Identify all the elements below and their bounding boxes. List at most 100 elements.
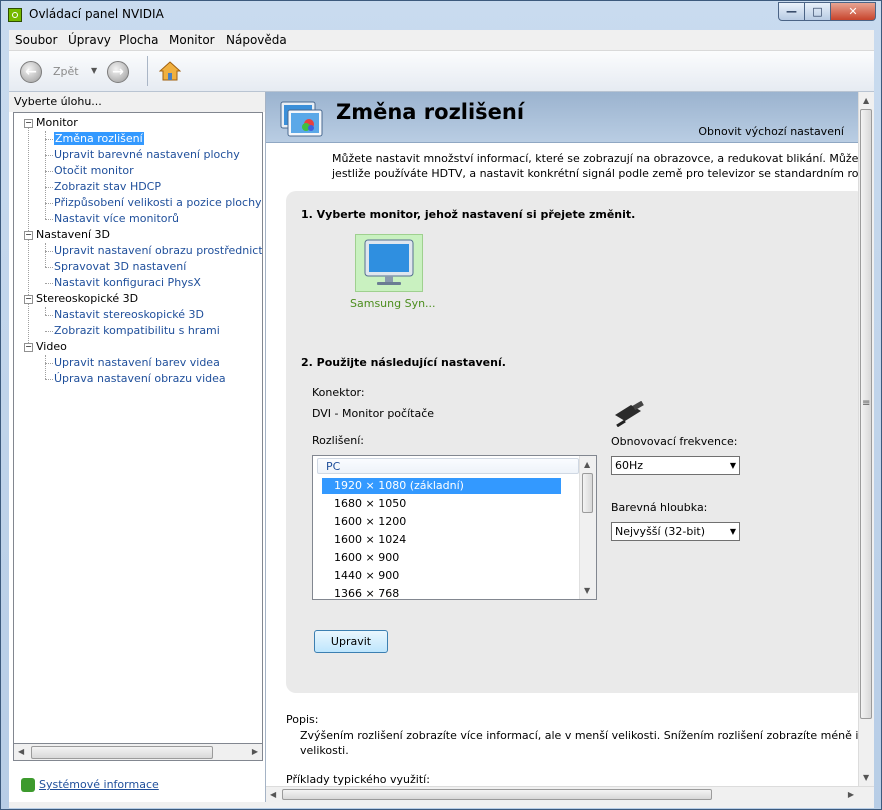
intro-line: Můžete nastavit množství informací, kter…	[332, 152, 858, 165]
resolution-option[interactable]: 1680 × 1050	[322, 496, 561, 512]
scroll-up-icon[interactable]: ▲	[863, 96, 869, 105]
dvi-connector-icon	[615, 401, 644, 427]
description-text: Zvýšením rozlišení zobrazíte více inform…	[300, 728, 858, 758]
menu-desktop[interactable]: Plocha	[119, 33, 158, 47]
tree-line	[45, 363, 53, 364]
resolution-option[interactable]: 1600 × 1024	[322, 532, 561, 548]
scrollbar-thumb[interactable]	[582, 473, 593, 513]
tree-category-video[interactable]: − Video	[24, 339, 67, 355]
apply-button[interactable]: Upravit	[314, 630, 388, 653]
tree-line	[45, 187, 53, 188]
back-arrow-icon[interactable]: ←	[20, 61, 42, 83]
forward-arrow-icon[interactable]: →	[107, 61, 129, 83]
tree-line	[45, 315, 53, 316]
menu-help[interactable]: Nápověda	[226, 33, 287, 47]
title-bar[interactable]: Ovládací panel NVIDIA — □ ✕	[1, 1, 881, 29]
collapse-icon[interactable]: −	[24, 118, 33, 128]
scrollbar-thumb[interactable]	[31, 746, 213, 759]
tree-item-video-color[interactable]: Upravit nastavení barev videa	[54, 355, 220, 371]
system-info-link[interactable]: Systémové informace	[39, 778, 159, 791]
chevron-down-icon: ▼	[729, 461, 736, 470]
scroll-up-icon[interactable]: ▲	[584, 460, 590, 469]
collapse-icon[interactable]: −	[24, 342, 33, 352]
tree-item-change-resolution[interactable]: Změna rozlišení	[54, 131, 144, 147]
restore-defaults-link[interactable]: Obnovit výchozí nastavení	[698, 125, 844, 138]
task-tree-hscrollbar[interactable]: ◀ ▶	[13, 744, 263, 761]
tree-item-game-compatibility[interactable]: Zobrazit kompatibilitu s hrami	[54, 323, 220, 339]
scroll-down-icon[interactable]: ▼	[863, 773, 869, 782]
collapse-icon[interactable]: −	[24, 230, 33, 240]
tree-category-stereoscopic-3d[interactable]: − Stereoskopické 3D	[24, 291, 138, 307]
resolution-option-selected[interactable]: 1920 × 1080 (základní)	[322, 478, 561, 494]
resolution-group-header: PC	[317, 458, 579, 474]
intro-line: jestliže používáte HDTV, a nastavit konk…	[332, 167, 858, 180]
content-pane: Změna rozlišení Obnovit výchozí nastaven…	[266, 92, 858, 786]
scroll-left-icon[interactable]: ◀	[270, 790, 276, 799]
task-pane-header: Vyberte úlohu...	[9, 92, 265, 112]
tree-item-manage-3d[interactable]: Spravovat 3D nastavení	[54, 259, 186, 275]
history-dropdown-icon[interactable]: ▼	[91, 66, 97, 75]
tree-item-set-stereoscopic[interactable]: Nastavit stereoskopické 3D	[54, 307, 204, 323]
tree-item-desktop-size[interactable]: Přizpůsobení velikosti a pozice plochy	[54, 195, 262, 211]
connector-label: Konektor:	[312, 386, 365, 399]
back-label[interactable]: Zpět	[53, 65, 79, 78]
tree-line	[45, 379, 53, 380]
resolution-group-label: PC	[326, 460, 341, 473]
tree-item-multiple-displays[interactable]: Nastavit více monitorů	[54, 211, 179, 227]
content-hscrollbar[interactable]: ◀ ▶	[266, 786, 874, 802]
tree-category-monitor[interactable]: − Monitor	[24, 115, 78, 131]
scrollbar-thumb[interactable]	[282, 789, 712, 800]
resolution-list[interactable]: PC 1920 × 1080 (základní) 1680 × 1050 16…	[312, 455, 597, 600]
resolution-list-scrollbar[interactable]: ▲ ▼	[579, 456, 596, 599]
tree-line	[45, 131, 46, 219]
tree-line	[45, 355, 46, 379]
tree-line	[45, 219, 53, 220]
resolution-option[interactable]: 1440 × 900	[322, 568, 561, 584]
resolution-option[interactable]: 1600 × 900	[322, 550, 561, 566]
task-tree: − Monitor Změna rozlišení Upravit barevné…	[13, 112, 263, 744]
menu-file[interactable]: Soubor	[15, 33, 57, 47]
scroll-right-icon[interactable]: ▶	[252, 747, 258, 756]
menu-monitor[interactable]: Monitor	[169, 33, 215, 47]
menu-edit[interactable]: Úpravy	[68, 33, 111, 47]
refresh-rate-select[interactable]: 60Hz ▼	[611, 456, 740, 475]
scroll-left-icon[interactable]: ◀	[18, 747, 24, 756]
color-depth-select[interactable]: Nejvyšší (32-bit) ▼	[611, 522, 740, 541]
tree-category-label: Nastavení 3D	[36, 228, 111, 241]
close-button[interactable]: ✕	[831, 2, 876, 21]
monitor-selector[interactable]	[355, 234, 423, 292]
menu-bar: Soubor Úpravy Plocha Monitor Nápověda	[9, 30, 874, 51]
content-vscrollbar[interactable]: ▲ ≡ ▼	[858, 92, 874, 786]
app-window: Ovládací panel NVIDIA — □ ✕ Soubor Úprav…	[0, 0, 882, 810]
description-line: velikosti.	[300, 744, 349, 757]
scroll-right-icon[interactable]: ▶	[848, 790, 854, 799]
settings-panel: 1. Vyberte monitor, jehož nastavení si p…	[286, 191, 858, 693]
display-settings-icon	[280, 101, 323, 137]
resolution-option[interactable]: 1600 × 1200	[322, 514, 561, 530]
monitor-icon	[364, 239, 414, 285]
status-bar	[9, 802, 874, 808]
maximize-button[interactable]: □	[805, 2, 831, 21]
tree-item-physx[interactable]: Nastavit konfiguraci PhysX	[54, 275, 201, 291]
tree-category-label: Monitor	[36, 116, 78, 129]
tree-item-adjust-desktop-color[interactable]: Upravit barevné nastavení plochy	[54, 147, 240, 163]
tree-line	[45, 307, 46, 315]
scroll-down-icon[interactable]: ▼	[584, 586, 590, 595]
resolution-option[interactable]: 1366 × 768	[322, 586, 561, 599]
chevron-down-icon: ▼	[729, 527, 736, 536]
tree-item-hdcp-status[interactable]: Zobrazit stav HDCP	[54, 179, 161, 195]
collapse-icon[interactable]: −	[24, 294, 33, 304]
tree-item-rotate-display[interactable]: Otočit monitor	[54, 163, 134, 179]
home-icon[interactable]	[159, 61, 181, 81]
tree-line	[45, 331, 53, 332]
minimize-button[interactable]: —	[778, 2, 805, 21]
tree-item-video-image[interactable]: Úprava nastavení obrazu videa	[54, 371, 226, 387]
refresh-rate-label: Obnovovací frekvence:	[611, 435, 738, 448]
scrollbar-thumb[interactable]	[860, 109, 872, 719]
monitor-name[interactable]: Samsung Syn...	[350, 297, 436, 310]
tree-item-image-settings-preview[interactable]: Upravit nastavení obrazu prostřednictvím…	[54, 243, 262, 259]
tree-category-label: Video	[36, 340, 67, 353]
tree-line	[45, 283, 53, 284]
tree-category-3d-settings[interactable]: − Nastavení 3D	[24, 227, 110, 243]
tree-line	[45, 203, 53, 204]
